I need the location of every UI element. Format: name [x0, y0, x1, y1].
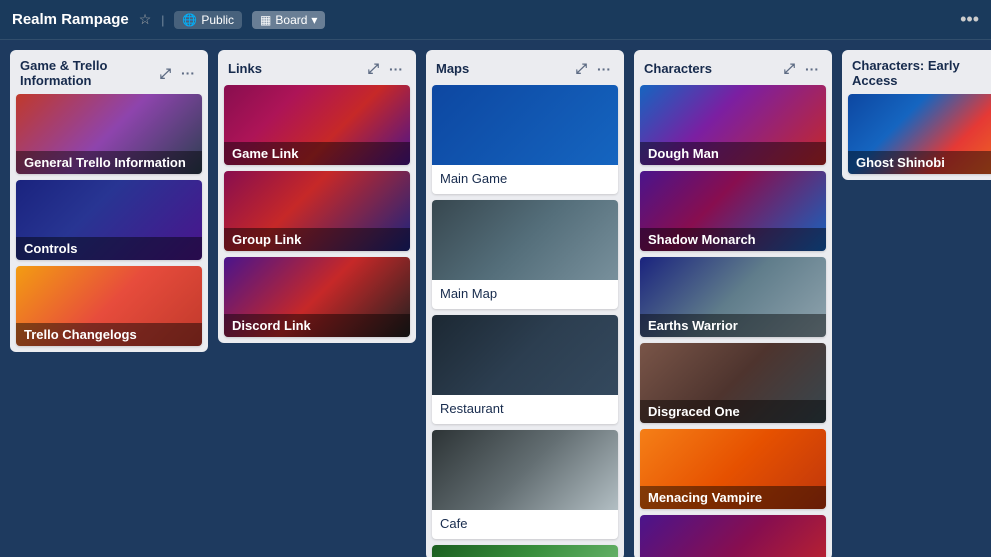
board-icon: ▦	[260, 13, 271, 27]
card-restaurant[interactable]: Restaurant	[432, 315, 618, 424]
card-label-discord-link: Discord Link	[224, 314, 410, 337]
card-label-game-link: Game Link	[224, 142, 410, 165]
topbar: Realm Rampage ☆ | 🌐 Public ▦ Board ▾ •••	[0, 0, 991, 40]
card-image-group-link: Group Link	[224, 171, 410, 251]
column-body-characters-early: Ghost Shinobi	[842, 94, 991, 180]
card-image-trello-changelogs: Trello Changelogs	[16, 266, 202, 346]
topbar-right: •••	[960, 9, 979, 30]
card-cafe[interactable]: Cafe	[432, 430, 618, 539]
card-dough-man[interactable]: Dough Man	[640, 85, 826, 165]
column-header-characters-early: Characters: Early Access⤢···	[842, 50, 991, 94]
column-more-icon[interactable]: ···	[802, 59, 822, 79]
card-soul-warrior[interactable]: Soul Warrior	[640, 515, 826, 557]
card-label-main-game: Main Game	[432, 165, 618, 194]
star-icon[interactable]: ☆	[139, 11, 152, 28]
card-group-link[interactable]: Group Link	[224, 171, 410, 251]
card-soccer-field[interactable]: Soccer Field	[432, 545, 618, 557]
column-body-characters: Dough Man Shadow Monarch Earths Warrior Dis…	[634, 85, 832, 557]
card-label-controls: Controls	[16, 237, 202, 260]
card-image-game-link: Game Link	[224, 85, 410, 165]
card-label-shadow-monarch: Shadow Monarch	[640, 228, 826, 251]
column-title-game-trello: Game & Trello Information	[20, 58, 153, 88]
expand-icon[interactable]: ⤢	[365, 58, 382, 79]
card-general-trello[interactable]: General Trello Information	[16, 94, 202, 174]
card-image-general-trello: General Trello Information	[16, 94, 202, 174]
chevron-down-icon: ▾	[311, 13, 317, 27]
column-more-icon[interactable]: ···	[386, 59, 406, 79]
card-image-main-game	[432, 85, 618, 165]
card-label-main-map: Main Map	[432, 280, 618, 309]
card-trello-changelogs[interactable]: Trello Changelogs	[16, 266, 202, 346]
column-links: Links ⤢··· Game Link Group Link Discord Link	[218, 50, 416, 343]
card-main-map[interactable]: Main Map	[432, 200, 618, 309]
card-image-disgraced-one: Disgraced One	[640, 343, 826, 423]
column-game-trello: Game & Trello Information⤢···General Tre…	[10, 50, 208, 352]
card-controls[interactable]: Controls	[16, 180, 202, 260]
visibility-pill[interactable]: 🌐 Public	[174, 11, 242, 29]
card-menacing-vampire[interactable]: Menacing Vampire	[640, 429, 826, 509]
card-image-discord-link: Discord Link	[224, 257, 410, 337]
column-header-game-trello: Game & Trello Information⤢···	[10, 50, 208, 94]
expand-icon[interactable]: ⤢	[573, 58, 590, 79]
card-image-controls: Controls	[16, 180, 202, 260]
column-header-maps: Maps ⤢···	[426, 50, 624, 85]
column-characters: Characters ⤢··· Dough Man Shadow Monarch Ear…	[634, 50, 832, 557]
card-shadow-monarch[interactable]: Shadow Monarch	[640, 171, 826, 251]
column-header-links: Links ⤢···	[218, 50, 416, 85]
board-pill[interactable]: ▦ Board ▾	[252, 11, 325, 29]
card-image-restaurant	[432, 315, 618, 395]
more-icon[interactable]: •••	[960, 9, 979, 30]
column-body-game-trello: General Trello Information Controls Trello…	[10, 94, 208, 352]
card-label-group-link: Group Link	[224, 228, 410, 251]
card-image-ghost-shinobi: Ghost Shinobi	[848, 94, 991, 174]
column-body-maps: Main Game Main Map Restaurant Cafe Soccer Fi…	[426, 85, 624, 557]
card-image-shadow-monarch: Shadow Monarch	[640, 171, 826, 251]
card-label-dough-man: Dough Man	[640, 142, 826, 165]
column-body-links: Game Link Group Link Discord Link	[218, 85, 416, 343]
column-characters-early: Characters: Early Access⤢··· Ghost Shinob…	[842, 50, 991, 180]
expand-icon[interactable]: ⤢	[157, 63, 174, 84]
column-more-icon[interactable]: ···	[594, 59, 614, 79]
card-main-game[interactable]: Main Game	[432, 85, 618, 194]
card-image-dough-man: Dough Man	[640, 85, 826, 165]
card-image-soccer-field	[432, 545, 618, 557]
card-earths-warrior[interactable]: Earths Warrior	[640, 257, 826, 337]
card-image-main-map	[432, 200, 618, 280]
column-maps: Maps ⤢··· Main Game Main Map Restaurant Cafe S…	[426, 50, 624, 557]
board: Game & Trello Information⤢···General Tre…	[0, 40, 991, 557]
column-header-characters: Characters ⤢···	[634, 50, 832, 85]
card-image-soul-warrior: Soul Warrior	[640, 515, 826, 557]
card-game-link[interactable]: Game Link	[224, 85, 410, 165]
app-title: Realm Rampage	[12, 11, 129, 28]
card-disgraced-one[interactable]: Disgraced One	[640, 343, 826, 423]
column-title-links: Links	[228, 61, 361, 76]
public-icon: 🌐	[182, 13, 197, 27]
column-title-characters: Characters	[644, 61, 777, 76]
card-label-trello-changelogs: Trello Changelogs	[16, 323, 202, 346]
card-ghost-shinobi[interactable]: Ghost Shinobi	[848, 94, 991, 174]
card-discord-link[interactable]: Discord Link	[224, 257, 410, 337]
column-title-characters-early: Characters: Early Access	[852, 58, 985, 88]
card-label-cafe: Cafe	[432, 510, 618, 539]
card-image-menacing-vampire: Menacing Vampire	[640, 429, 826, 509]
card-label-disgraced-one: Disgraced One	[640, 400, 826, 423]
card-label-earths-warrior: Earths Warrior	[640, 314, 826, 337]
column-title-maps: Maps	[436, 61, 569, 76]
card-label-restaurant: Restaurant	[432, 395, 618, 424]
column-more-icon[interactable]: ···	[178, 63, 198, 83]
card-image-earths-warrior: Earths Warrior	[640, 257, 826, 337]
expand-icon[interactable]: ⤢	[781, 58, 798, 79]
card-label-ghost-shinobi: Ghost Shinobi	[848, 151, 991, 174]
card-label-general-trello: General Trello Information	[16, 151, 202, 174]
card-label-menacing-vampire: Menacing Vampire	[640, 486, 826, 509]
card-image-cafe	[432, 430, 618, 510]
